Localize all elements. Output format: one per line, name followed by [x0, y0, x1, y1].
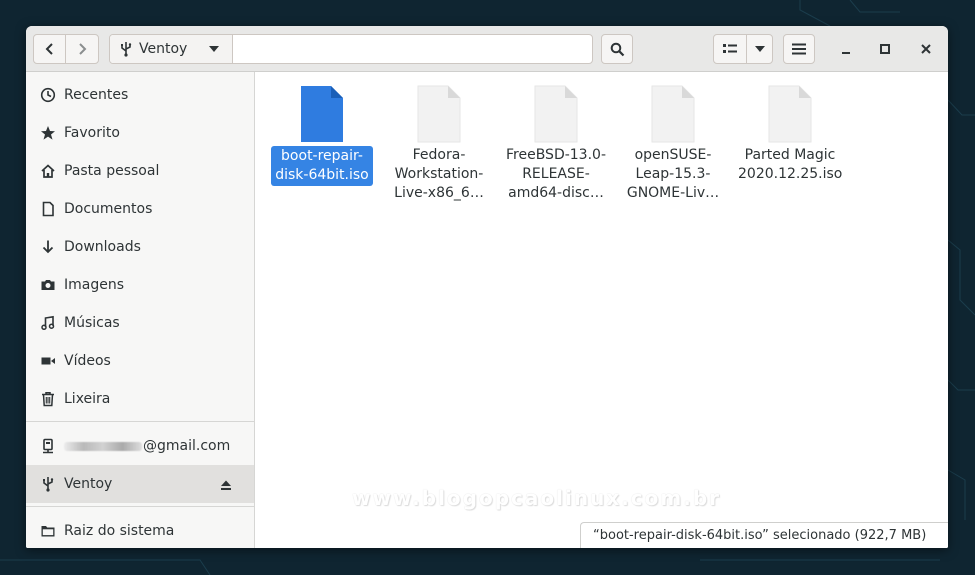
view-options-button[interactable] [746, 34, 773, 64]
sidebar: Recentes Favorito Pasta pessoal Document… [26, 72, 255, 548]
minimize-button[interactable] [836, 40, 856, 58]
home-icon [39, 162, 57, 180]
document-icon [39, 200, 57, 218]
close-icon [921, 44, 931, 54]
selected-file-label: boot-repair-disk-64bit.iso [271, 146, 373, 186]
sidebar-item-videos[interactable]: Vídeos [26, 342, 254, 380]
header-bar: Ventoy [26, 26, 948, 72]
list-view-icon [723, 44, 737, 53]
file-name-line: 2020.12.25.iso [738, 166, 843, 182]
file-item[interactable]: Fedora- Workstation- Live-x86_6… [387, 84, 491, 204]
sidebar-item-label: Raiz do sistema [64, 523, 175, 539]
file-name-line: disk-64bit.iso [275, 167, 369, 183]
chevron-right-icon [79, 43, 87, 55]
file-name-line: Workstation- [394, 166, 484, 182]
iso-file-icon [534, 85, 578, 143]
trash-icon [39, 390, 57, 408]
sidebar-item-recentes[interactable]: Recentes [26, 76, 254, 114]
sidebar-item-downloads[interactable]: Downloads [26, 228, 254, 266]
minimize-icon [842, 52, 850, 54]
star-icon [39, 124, 57, 142]
sidebar-item-ventoy[interactable]: Ventoy [26, 465, 254, 503]
search-button[interactable] [601, 34, 633, 64]
clock-icon [39, 86, 57, 104]
sidebar-item-favorito[interactable]: Favorito [26, 114, 254, 152]
iso-file-icon [651, 85, 695, 143]
file-name-line: RELEASE- [522, 166, 590, 182]
sidebar-item-label: Documentos [64, 201, 153, 217]
sidebar-item-label: Ventoy [64, 476, 113, 492]
file-item[interactable]: Parted Magic 2020.12.25.iso [738, 84, 842, 204]
sidebar-item-raiz-do-sistema[interactable]: Raiz do sistema [26, 512, 254, 548]
sidebar-item-imagens[interactable]: Imagens [26, 266, 254, 304]
view-mode-button[interactable] [713, 34, 747, 64]
file-item[interactable]: FreeBSD-13.0- RELEASE- amd64-disc… [504, 84, 608, 204]
sidebar-item-lixeira[interactable]: Lixeira [26, 380, 254, 418]
sidebar-item-label: Downloads [64, 239, 141, 255]
hamburger-menu-icon [792, 43, 806, 55]
search-icon [610, 42, 624, 56]
file-name-line: openSUSE- [634, 147, 712, 163]
sidebar-item-label: Vídeos [64, 353, 111, 369]
file-name-line: Parted Magic [744, 147, 836, 163]
account-email-domain: @gmail.com [143, 438, 231, 454]
sidebar-item-documentos[interactable]: Documentos [26, 190, 254, 228]
sidebar-item-label: Pasta pessoal [64, 163, 160, 179]
video-icon [39, 352, 57, 370]
sidebar-item-label: Músicas [64, 315, 120, 331]
chevron-left-icon [45, 43, 53, 55]
file-name: Fedora- Workstation- Live-x86_6… [387, 146, 491, 203]
file-name-line: GNOME-Liv… [626, 185, 720, 201]
sidebar-item-label: @gmail.com [64, 438, 230, 454]
file-view[interactable]: boot-repair-disk-64bit.iso Fedora- Works… [255, 72, 948, 548]
close-button[interactable] [916, 40, 936, 58]
forward-button[interactable] [65, 34, 99, 64]
back-button[interactable] [33, 34, 66, 64]
maximize-button[interactable] [875, 40, 895, 58]
redacted-username [64, 441, 142, 451]
sidebar-item-label: Recentes [64, 87, 129, 103]
file-name: boot-repair-disk-64bit.iso [270, 146, 374, 186]
file-item[interactable]: boot-repair-disk-64bit.iso [270, 84, 374, 204]
music-note-icon [39, 314, 57, 332]
network-account-icon [39, 437, 57, 455]
usb-icon [39, 475, 57, 493]
file-name-line: FreeBSD-13.0- [505, 147, 606, 163]
file-name-line: Live-x86_6… [394, 185, 484, 201]
path-segment-label: Ventoy [139, 41, 188, 57]
chevron-down-icon [754, 46, 765, 52]
sidebar-item-online-account[interactable]: @gmail.com [26, 427, 254, 465]
status-bar: “boot-repair-disk-64bit.iso” selecionado… [580, 522, 948, 548]
sidebar-item-pasta-pessoal[interactable]: Pasta pessoal [26, 152, 254, 190]
camera-icon [39, 276, 57, 294]
menu-button[interactable] [783, 34, 815, 64]
iso-file-icon [768, 85, 812, 143]
sidebar-item-label: Favorito [64, 125, 120, 141]
maximize-icon [880, 44, 890, 54]
drive-icon [39, 522, 57, 540]
sidebar-item-label: Lixeira [64, 391, 111, 407]
sidebar-separator [26, 506, 254, 507]
sidebar-separator [26, 421, 254, 422]
usb-icon [119, 41, 133, 57]
sidebar-item-musicas[interactable]: Músicas [26, 304, 254, 342]
download-arrow-icon [39, 238, 57, 256]
file-name-line: Fedora- [412, 147, 466, 163]
file-name-line: amd64-disc… [508, 185, 604, 201]
iso-file-icon [301, 86, 343, 142]
file-manager-window: Ventoy Recentes Favorito Pasta pessoal D… [26, 26, 948, 548]
path-segment-ventoy[interactable]: Ventoy [110, 35, 233, 63]
file-name-line: boot-repair- [281, 148, 363, 164]
chevron-down-icon[interactable] [208, 44, 220, 54]
file-name: Parted Magic 2020.12.25.iso [738, 146, 842, 184]
eject-icon[interactable] [219, 477, 233, 491]
file-name: openSUSE- Leap-15.3- GNOME-Liv… [621, 146, 725, 203]
file-name-line: Leap-15.3- [635, 166, 711, 182]
file-item[interactable]: openSUSE- Leap-15.3- GNOME-Liv… [621, 84, 725, 204]
watermark: www.blogopcaolinux.com.br [352, 486, 722, 510]
file-name: FreeBSD-13.0- RELEASE- amd64-disc… [504, 146, 608, 203]
sidebar-item-label: Imagens [64, 277, 125, 293]
path-bar[interactable]: Ventoy [109, 34, 593, 64]
iso-file-icon [417, 85, 461, 143]
